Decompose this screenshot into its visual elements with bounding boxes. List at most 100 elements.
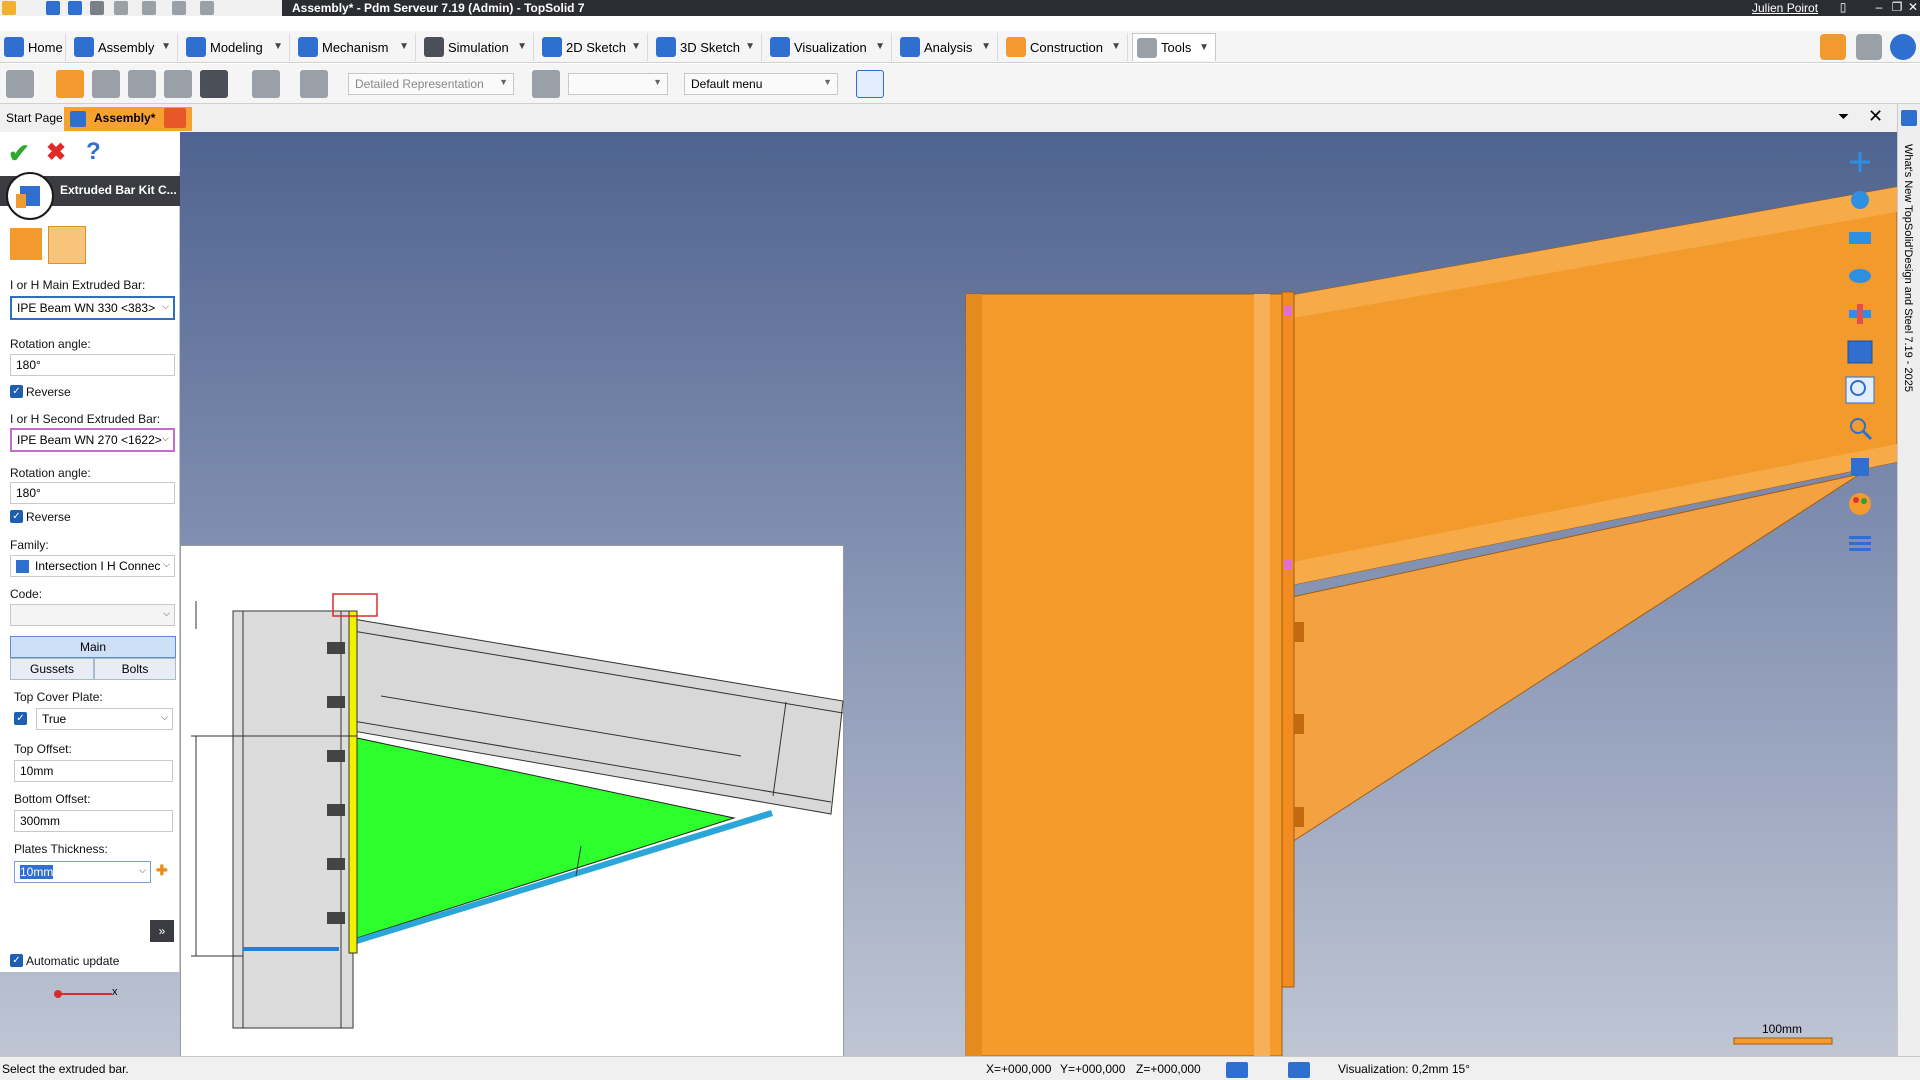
chevron-down-icon[interactable]: ▼ — [875, 41, 885, 52]
pen-icon[interactable] — [172, 1, 186, 15]
app-logo-icon[interactable] — [2, 1, 16, 15]
tab-tools[interactable]: Tools ▼ — [1132, 33, 1216, 61]
auto-update-checkbox[interactable]: ✓ — [10, 954, 23, 967]
cancel-icon[interactable]: ✖ — [46, 138, 66, 167]
chevron-down-icon[interactable]: ⏷ — [1838, 108, 1849, 125]
title-bar: Assembly* - Pdm Serveur 7.19 (Admin) - T… — [0, 0, 1920, 16]
undo-icon[interactable] — [114, 1, 128, 15]
top-cover-select[interactable]: True ⌵ — [36, 708, 173, 730]
chevron-down-icon[interactable]: ▼ — [399, 41, 409, 52]
side-panel-strip[interactable]: What's New TopSolid'Design and Steel 7.1… — [1897, 104, 1920, 1056]
top-cover-checkbox[interactable]: ✓ — [14, 712, 27, 725]
box-icon[interactable] — [164, 70, 192, 98]
reverse2-checkbox[interactable]: ✓ — [10, 510, 23, 523]
bottom-offset-input[interactable]: 300mm — [14, 810, 173, 832]
chevron-down-icon[interactable]: ▼ — [161, 41, 171, 52]
help-icon[interactable] — [1890, 34, 1916, 60]
gear-icon[interactable] — [532, 70, 560, 98]
layers-icon[interactable] — [1288, 1062, 1310, 1078]
help-question-icon[interactable]: ? — [86, 138, 101, 166]
window-layout-icon[interactable] — [1845, 338, 1875, 366]
tab-home[interactable]: Home — [0, 33, 66, 61]
fastener-icon[interactable] — [128, 70, 156, 98]
print-icon[interactable] — [90, 1, 104, 15]
close-document-icon[interactable]: ✕ — [1868, 106, 1883, 127]
reverse1-checkbox[interactable]: ✓ — [10, 385, 23, 398]
tab-gussets[interactable]: Gussets — [10, 658, 94, 680]
family-select[interactable]: Intersection I H Connec ⌵ — [10, 555, 175, 577]
tab-construction[interactable]: Construction ▼ — [1002, 33, 1128, 61]
chevron-down-icon[interactable]: ▼ — [1199, 42, 1209, 53]
rotation1-input[interactable]: 180° — [10, 354, 175, 376]
tab-2d-sketch[interactable]: 2D Sketch ▼ — [538, 33, 648, 61]
swap-icon[interactable] — [164, 108, 186, 128]
chevron-down-icon[interactable]: ▼ — [981, 41, 991, 52]
tab-modeling[interactable]: Modeling ▼ — [182, 33, 290, 61]
section-icon[interactable] — [1845, 300, 1875, 328]
add-value-icon[interactable]: ✚ — [156, 862, 168, 879]
ok-icon[interactable]: ✔ — [8, 138, 30, 169]
close-window-icon[interactable]: ✕ — [1904, 0, 1920, 16]
zoom-icon[interactable] — [1845, 414, 1875, 442]
chevron-down-icon[interactable]: ▼ — [745, 41, 755, 52]
cube-view-icon[interactable] — [1845, 452, 1875, 480]
chevron-down-icon[interactable]: ▼ — [631, 41, 641, 52]
search-icon[interactable] — [1856, 34, 1882, 60]
pan-icon[interactable] — [1845, 186, 1875, 214]
redo-icon[interactable] — [142, 1, 156, 15]
expand-button[interactable]: » — [150, 920, 174, 942]
representation-select[interactable]: Detailed Representation ▼ — [348, 73, 514, 95]
machine-icon[interactable] — [200, 70, 228, 98]
tab-bolts[interactable]: Bolts — [94, 658, 176, 680]
factory-icon[interactable] — [300, 70, 328, 98]
tab-main[interactable]: Main — [10, 636, 176, 658]
tab-assembly[interactable]: Assembly ▼ — [70, 33, 178, 61]
tab-mechanism[interactable]: Mechanism ▼ — [294, 33, 416, 61]
user-name-link[interactable]: Julien Poirot — [1752, 1, 1818, 15]
sketch-2d-icon — [542, 37, 562, 57]
rotation2-input[interactable]: 180° — [10, 482, 175, 504]
chevron-down-icon[interactable]: ▼ — [517, 41, 527, 52]
tool-icon[interactable] — [92, 70, 120, 98]
tab-start-page[interactable]: Start Page — [0, 107, 69, 131]
menu-select[interactable]: Default menu ▼ — [684, 73, 838, 95]
save-icon[interactable] — [46, 1, 60, 15]
snap-icon[interactable] — [1226, 1062, 1248, 1078]
palette-icon[interactable] — [1845, 490, 1875, 518]
settings-sliders-icon[interactable] — [856, 70, 884, 98]
help-list-icon[interactable] — [1845, 528, 1875, 556]
second-bar-select[interactable]: IPE Beam WN 270 <1622> ⌵ — [10, 428, 175, 452]
column-beam[interactable] — [965, 293, 1283, 1056]
kit-mode-selected-icon[interactable] — [48, 226, 86, 264]
tab-analysis[interactable]: Analysis ▼ — [896, 33, 998, 61]
zoom-window-icon[interactable] — [1845, 376, 1875, 404]
thickness-input[interactable]: 10mm ⌵ — [14, 861, 151, 883]
chevron-down-icon[interactable]: ▼ — [273, 41, 283, 52]
camera-icon[interactable] — [1845, 224, 1875, 252]
whats-new-tab[interactable]: What's New TopSolid'Design and Steel 7.1… — [1902, 144, 1914, 392]
main-bar-select[interactable]: IPE Beam WN 330 <383> ⌵ — [10, 296, 175, 320]
toolbar: Detailed Representation ▼ ▼ Default menu… — [0, 64, 1920, 104]
refresh-icon[interactable] — [200, 1, 214, 15]
construction-icon — [1006, 37, 1026, 57]
code-select[interactable]: ⌵ — [10, 604, 175, 626]
part-icon[interactable] — [6, 70, 34, 98]
minimize-icon[interactable]: – — [1870, 0, 1888, 16]
secondary-select[interactable]: ▼ — [568, 73, 668, 95]
kit-mode-icon[interactable] — [10, 228, 42, 260]
whats-new-icon[interactable] — [1901, 110, 1917, 126]
wizard-icon[interactable] — [1820, 34, 1846, 60]
save-all-icon[interactable] — [68, 1, 82, 15]
chevron-down-icon[interactable]: ▼ — [1111, 41, 1121, 52]
tab-3d-sketch[interactable]: 3D Sketch ▼ — [652, 33, 762, 61]
zoom-all-icon[interactable] — [1845, 148, 1875, 176]
end-plate[interactable] — [1281, 291, 1295, 988]
tab-visualization[interactable]: Visualization ▼ — [766, 33, 892, 61]
tab-simulation[interactable]: Simulation ▼ — [420, 33, 534, 61]
help-bar-icon[interactable]: ▯ — [1834, 0, 1852, 16]
chevron-down-icon: ⌵ — [139, 865, 146, 875]
orbit-icon[interactable] — [1845, 262, 1875, 290]
top-offset-input[interactable]: 10mm — [14, 760, 173, 782]
bar-wizard-icon[interactable] — [56, 70, 84, 98]
document-icon[interactable] — [252, 70, 280, 98]
